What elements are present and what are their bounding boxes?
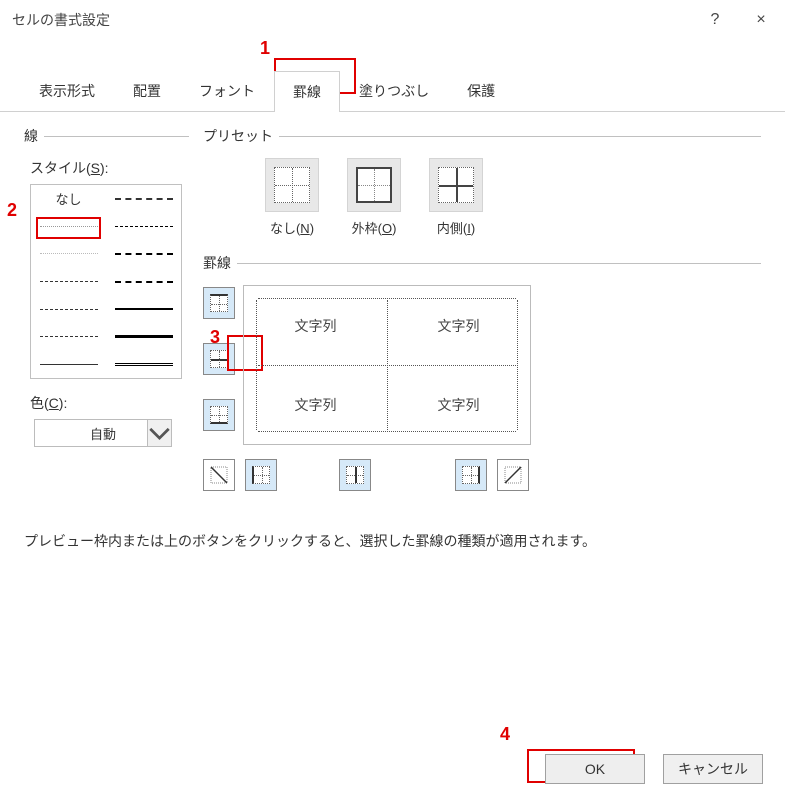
tabs: 表示形式 配置 フォント 罫線 塗りつぶし 保護 (0, 70, 785, 112)
tab-border[interactable]: 罫線 (274, 71, 340, 112)
chevron-down-icon (147, 420, 171, 446)
description-text: プレビュー枠内または上のボタンをクリックすると、選択した罫線の種類が適用されます… (24, 531, 761, 551)
border-bottom-button[interactable] (203, 399, 235, 431)
color-dropdown[interactable]: 自動 (34, 419, 172, 447)
right-panel: プリセット なし(N) 外枠(O) 内側(I) (203, 126, 761, 507)
tab-font[interactable]: フォント (180, 70, 274, 111)
annotation-1: 1 (260, 38, 270, 59)
preset-inner[interactable]: 内側(I) (429, 158, 483, 237)
preset-row: なし(N) 外枠(O) 内側(I) (265, 158, 761, 237)
style-thin-dashed[interactable] (106, 213, 181, 241)
ok-button[interactable]: OK (545, 754, 645, 784)
color-label: 色(C): (30, 393, 189, 413)
tab-alignment[interactable]: 配置 (114, 70, 180, 111)
color-value: 自動 (90, 424, 116, 443)
cancel-button[interactable]: キャンセル (663, 754, 763, 784)
border-left-button[interactable] (245, 459, 277, 491)
border-diagonal-up-button[interactable] (497, 459, 529, 491)
style-thick-solid[interactable] (106, 323, 181, 351)
preview-cell: 文字列 (387, 286, 530, 365)
border-preview[interactable]: 文字列 文字列 文字列 文字列 (243, 285, 531, 445)
dialog-content: 線 スタイル(S): なし (0, 112, 785, 565)
style-double[interactable] (106, 350, 181, 378)
line-legend: 線 (24, 126, 44, 146)
style-none[interactable]: なし (31, 185, 106, 213)
style-hairline[interactable] (31, 240, 106, 268)
tab-protection[interactable]: 保護 (448, 70, 514, 111)
close-icon[interactable]: × (749, 8, 773, 32)
preview-cell: 文字列 (244, 286, 387, 365)
preset-outer[interactable]: 外枠(O) (347, 158, 401, 237)
dialog-footer: OK キャンセル (545, 754, 763, 784)
tab-display-format[interactable]: 表示形式 (20, 70, 114, 111)
titlebar: セルの書式設定 ? × (0, 0, 785, 40)
annotation-2: 2 (7, 200, 17, 221)
preset-none[interactable]: なし(N) (265, 158, 319, 237)
dialog-title: セルの書式設定 (12, 10, 110, 30)
border-hmiddle-button[interactable] (203, 343, 235, 375)
style-dotted-faint[interactable] (31, 213, 106, 241)
style-medium-dashdot[interactable] (106, 268, 181, 296)
border-top-button[interactable] (203, 287, 235, 319)
border-vmiddle-button[interactable] (339, 459, 371, 491)
style-medium-solid[interactable] (106, 295, 181, 323)
tab-fill[interactable]: 塗りつぶし (340, 70, 448, 111)
style-dashdot[interactable] (31, 295, 106, 323)
style-dashdotdot[interactable] (31, 323, 106, 351)
style-medium-dashdotdot[interactable] (106, 185, 181, 213)
style-medium-dash[interactable] (106, 240, 181, 268)
border-right-button[interactable] (455, 459, 487, 491)
border-diagonal-down-button[interactable] (203, 459, 235, 491)
line-panel: 線 スタイル(S): なし (24, 126, 189, 507)
preview-cell: 文字列 (244, 365, 387, 444)
style-thin-solid[interactable] (31, 350, 106, 378)
style-dashed[interactable] (31, 268, 106, 296)
help-icon[interactable]: ? (703, 8, 727, 32)
preview-cell: 文字列 (387, 365, 530, 444)
style-list[interactable]: なし (30, 184, 182, 379)
annotation-4: 4 (500, 724, 510, 745)
preset-legend: プリセット (203, 126, 279, 146)
border-legend: 罫線 (203, 253, 237, 273)
window-controls: ? × (703, 8, 773, 32)
style-label: スタイル(S): (30, 158, 189, 178)
